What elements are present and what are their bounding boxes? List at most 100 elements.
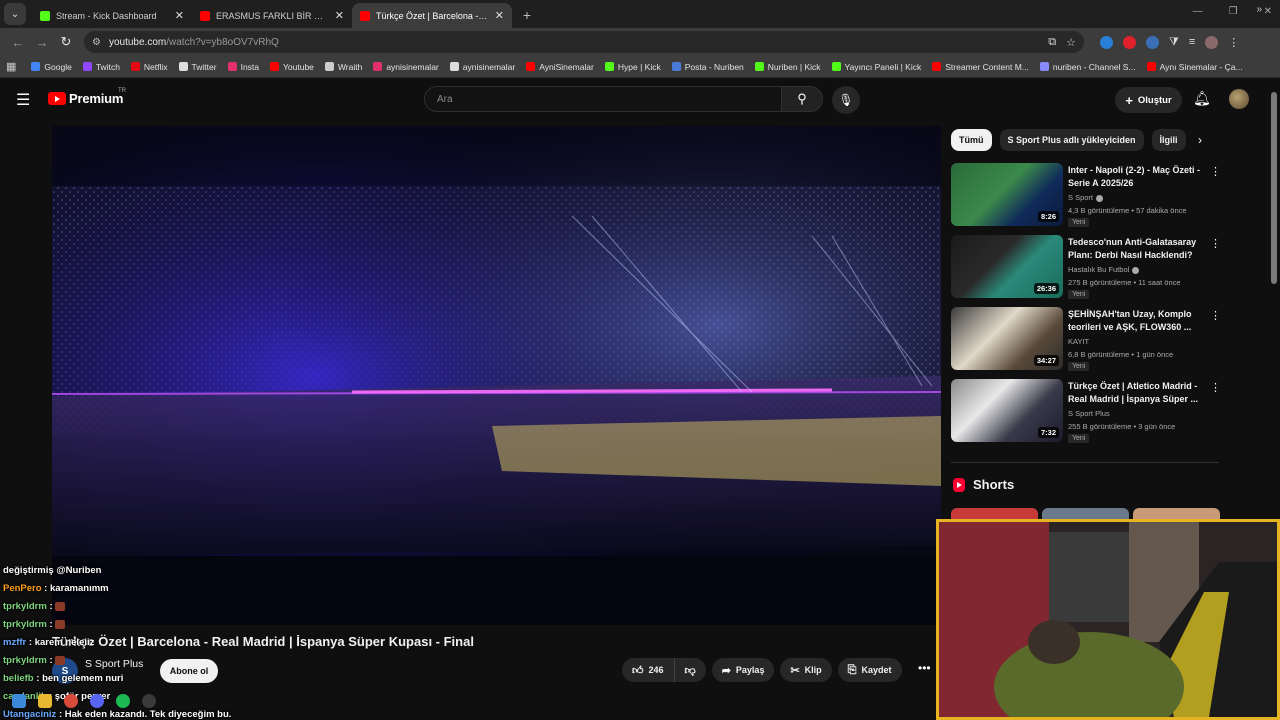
minimize-icon[interactable]: — <box>1193 6 1203 17</box>
discord-icon[interactable] <box>90 694 104 708</box>
bookmark-item[interactable]: AyniSinemalar <box>526 62 594 72</box>
dislike-button[interactable]: 👎︎ <box>674 658 706 682</box>
notifications-bell-icon[interactable]: 🔔︎ <box>1193 90 1211 107</box>
video-thumbnail[interactable]: 26:36 <box>951 235 1063 298</box>
bookmark-item[interactable]: Nuriben | Kick <box>754 62 821 72</box>
search-input[interactable]: Ara <box>424 86 782 112</box>
save-button[interactable]: ⎘ Kaydet <box>837 658 902 682</box>
bookmark-favicon-icon <box>270 62 280 71</box>
voice-search-button[interactable]: 🎙 <box>832 86 860 114</box>
reading-list-icon[interactable]: ≡ <box>1189 36 1195 48</box>
extension-icon[interactable] <box>1123 35 1136 49</box>
close-icon[interactable]: ✕ <box>175 9 184 22</box>
chip-related[interactable]: İlgili <box>1151 129 1186 151</box>
tab-search-button[interactable]: ⌄ <box>4 3 26 25</box>
like-count: 246 <box>648 665 664 675</box>
bookmark-favicon-icon <box>130 62 140 71</box>
os-taskbar <box>12 694 156 708</box>
recommendation-item[interactable]: 34:27 ŞEHİNŞAH'tan Uzay, Komplo teoriler… <box>951 307 1221 371</box>
menu-icon[interactable]: ☰ <box>16 90 30 110</box>
youtube-logo[interactable]: Premium <box>48 91 123 106</box>
chrome-icon[interactable] <box>64 694 78 708</box>
recommendation-channel: KAYIT <box>1068 337 1089 346</box>
scissors-icon: ✂ <box>790 664 800 677</box>
more-actions-icon[interactable]: ••• <box>918 661 931 675</box>
bookmark-item[interactable]: Posta - Nuriben <box>671 61 744 72</box>
site-info-icon[interactable]: ⚙ <box>92 37 101 48</box>
bookmark-item[interactable]: Aynı Sinemalar - Ça... <box>1146 62 1243 72</box>
bookmark-label: AyniSinemalar <box>539 61 594 72</box>
bookmark-item[interactable]: aynisinemalar <box>373 62 439 72</box>
folder-icon[interactable] <box>38 694 52 708</box>
chat-message: tprkyldrm : <box>3 598 231 616</box>
bookmark-item[interactable]: Hype | Kick <box>604 62 661 72</box>
bookmark-item[interactable]: aynisinemalar <box>449 62 515 72</box>
bookmarks-bar: ▦ Google Twitch Netflix Twitter Insta Youtube… <box>0 56 1280 78</box>
recommendation-item[interactable]: 26:36 Tedesco'nun Anti-Galatasaray Planı… <box>951 235 1221 299</box>
install-app-icon[interactable]: ⧉ <box>1048 36 1056 49</box>
bookmark-item[interactable]: Twitter <box>178 62 217 72</box>
bookmark-item[interactable]: Netflix <box>130 62 168 72</box>
browser-tab-video[interactable]: Türkçe Özet | Barcelona - Real M ✕ <box>352 3 512 28</box>
kebab-menu-icon[interactable]: ⋮ <box>1210 381 1221 394</box>
browser-menu-icon[interactable]: ⋮ <box>1228 36 1239 49</box>
kebab-menu-icon[interactable]: ⋮ <box>1210 165 1221 178</box>
chip-uploader[interactable]: S Sport Plus adlı yükleyiciden <box>999 129 1144 151</box>
new-tab-button[interactable]: + <box>516 4 538 26</box>
extension-icon[interactable] <box>1146 35 1159 49</box>
reload-button[interactable]: ↻ <box>54 30 78 54</box>
restore-icon[interactable]: ❐ <box>1229 6 1238 17</box>
extensions-puzzle-icon[interactable]: ⧩ <box>1169 36 1179 49</box>
chip-all[interactable]: Tümü <box>951 129 992 151</box>
app-icon[interactable] <box>142 694 156 708</box>
windows-start-icon[interactable] <box>12 694 26 708</box>
chat-message: PenPero : karamanımm <box>3 583 109 594</box>
bookmark-item[interactable]: Streamer Content M... <box>932 62 1029 72</box>
like-dislike-group: 👍︎ 246 👎︎ <box>622 658 706 682</box>
bookmark-item[interactable]: Insta <box>227 62 259 72</box>
apps-grid-icon[interactable]: ▦ <box>6 60 16 73</box>
bookmarks-overflow-icon[interactable]: » <box>1256 4 1262 15</box>
bookmark-item[interactable]: Youtube <box>270 62 314 72</box>
chat-message: tprkyldrm : <box>3 652 231 670</box>
browser-tab-erasmus[interactable]: ERASMUS FARKLI BİR BEDENDE ✕ <box>192 3 352 28</box>
profile-icon[interactable] <box>1205 35 1219 49</box>
country-code: TR <box>118 88 126 94</box>
bookmark-item[interactable]: Google <box>31 62 72 72</box>
close-icon[interactable]: ✕ <box>335 9 344 22</box>
browser-tab-kick[interactable]: Stream - Kick Dashboard ✕ <box>32 3 192 28</box>
close-icon[interactable]: ✕ <box>495 9 504 22</box>
bookmark-label: Posta - Nuriben <box>684 61 744 72</box>
address-bar[interactable]: ⚙ youtube.com/watch?v=yb8oOV7vRhQ ⧉ ☆ <box>84 31 1084 53</box>
bookmark-item[interactable]: Twitch <box>82 62 120 72</box>
video-player[interactable] <box>52 126 941 625</box>
video-thumbnail[interactable]: 7:32 <box>951 379 1063 442</box>
bookmark-item[interactable]: Wraith <box>324 62 362 72</box>
chat-text: değiştirmiş @Nuriben <box>3 565 102 576</box>
video-thumbnail[interactable]: 8:26 <box>951 163 1063 226</box>
bookmark-favicon-icon <box>671 62 681 71</box>
youtube-play-icon <box>48 92 66 105</box>
forward-button[interactable]: → <box>30 30 54 54</box>
bookmark-star-icon[interactable]: ☆ <box>1066 36 1076 49</box>
like-button[interactable]: 👍︎ 246 <box>622 658 675 682</box>
avatar[interactable] <box>1229 89 1249 109</box>
clip-button[interactable]: ✂ Klip <box>780 658 832 682</box>
recommendation-item[interactable]: 7:32 Türkçe Özet | Atletico Madrid - Rea… <box>951 379 1221 443</box>
extension-icon[interactable] <box>1100 35 1113 49</box>
spotify-icon[interactable] <box>116 694 130 708</box>
close-window-icon[interactable]: ✕ <box>1264 6 1272 17</box>
create-button[interactable]: + Oluştur <box>1115 87 1182 113</box>
search-button[interactable]: ⚲ <box>781 86 823 112</box>
recommendation-item[interactable]: 8:26 Inter - Napoli (2-2) - Maç Özeti - … <box>951 163 1221 227</box>
bookmark-item[interactable]: Yayıncı Paneli | Kick <box>831 62 921 72</box>
video-thumbnail[interactable]: 34:27 <box>951 307 1063 370</box>
page-scrollbar[interactable] <box>1271 92 1277 284</box>
share-button[interactable]: ➦ Paylaş <box>711 658 775 682</box>
kebab-menu-icon[interactable]: ⋮ <box>1210 309 1221 322</box>
back-button[interactable]: ← <box>6 30 30 54</box>
bookmark-item[interactable]: nuriben - Channel S... <box>1039 62 1136 72</box>
chevron-right-icon[interactable]: › <box>1198 133 1202 147</box>
kebab-menu-icon[interactable]: ⋮ <box>1210 237 1221 250</box>
verified-icon <box>1132 266 1140 274</box>
